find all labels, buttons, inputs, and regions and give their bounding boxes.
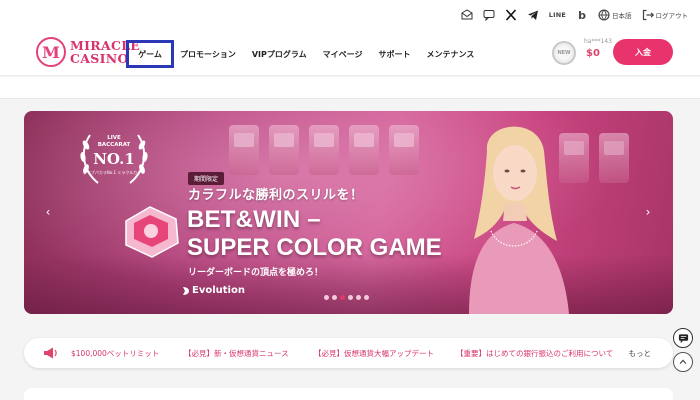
news-ticker: $100,000ベットリミット 【必見】新・仮想通貨ニュース 【必見】仮想通貨大… <box>24 338 673 368</box>
logout-icon <box>642 9 654 21</box>
award-rank: NO.1 <box>93 150 135 168</box>
award-badge: LIVE BACCARAT NO.1 ライブバカラNo.1 ミラクルカジノ <box>76 125 152 191</box>
mail-icon[interactable] <box>461 9 473 21</box>
news-item[interactable]: $100,000ベットリミット <box>71 348 159 359</box>
language-label: 日本語 <box>612 12 632 20</box>
deposit-button[interactable]: 入金 <box>613 39 673 65</box>
award-line1: LIVE <box>107 135 121 141</box>
language-selector[interactable]: 日本語 <box>598 9 632 21</box>
provider-logo: Evolution <box>182 285 245 296</box>
news-item[interactable]: 【必見】新・仮想通貨ニュース <box>184 348 289 359</box>
carousel-dots <box>324 295 369 300</box>
main-header: M MIRACLE CASINO ゲーム プロモーション VIPプログラム マイ… <box>0 30 700 76</box>
hero-banner[interactable]: LIVE BACCARAT NO.1 ライブバカラNo.1 ミラクルカジノ 期間… <box>24 111 673 314</box>
slot-machine-graphic <box>349 125 379 175</box>
banner-title-line1: BET&WIN – <box>187 206 321 233</box>
live-chat-button[interactable] <box>673 328 693 348</box>
username: ha***143 <box>584 38 612 45</box>
carousel-prev-arrow[interactable]: ‹ <box>42 205 54 219</box>
balance-display: $0 <box>586 48 600 59</box>
telegram-icon[interactable] <box>527 9 539 21</box>
chat-icon[interactable] <box>483 9 495 21</box>
news-item[interactable]: 【必見】仮想通貨大幅アップデート <box>314 348 434 359</box>
page: LINE b 日本語 ログアウト M MIRACLE CASINO ゲーム プロ… <box>0 0 700 400</box>
nav-item-support[interactable]: サポート <box>370 40 418 68</box>
scroll-top-button[interactable] <box>673 352 693 372</box>
slot-machine-graphic <box>599 133 629 183</box>
carousel-dot[interactable] <box>332 295 337 300</box>
b-icon[interactable]: b <box>576 9 588 22</box>
logout-label: ログアウト <box>655 12 689 20</box>
content-card <box>24 388 673 400</box>
site-logo[interactable]: M MIRACLE CASINO <box>36 37 140 67</box>
chat-bubble-icon <box>678 333 688 343</box>
utility-icons: LINE b 日本語 ログアウト <box>461 9 689 22</box>
carousel-next-arrow[interactable]: › <box>642 205 654 219</box>
award-line2: BACCARAT <box>97 142 131 148</box>
casino-chip-graphic <box>125 206 179 258</box>
award-sub: ライブバカラNo.1 ミラクルカジノ <box>82 170 146 175</box>
new-badge[interactable]: NEW <box>552 41 576 65</box>
carousel-dot[interactable] <box>324 295 329 300</box>
news-item[interactable]: 【重要】はじめての銀行振込のご利用について <box>456 348 613 359</box>
x-icon[interactable] <box>505 9 517 21</box>
banner-headline: カラフルな勝利のスリルを！ <box>188 188 364 203</box>
chevron-up-icon <box>679 359 687 365</box>
carousel-dot[interactable] <box>364 295 369 300</box>
nav-item-maintenance[interactable]: メンテナンス <box>418 40 482 68</box>
top-utility-bar: LINE b 日本語 ログアウト <box>0 0 700 30</box>
slot-machine-graphic <box>389 125 419 175</box>
evolution-logo-icon <box>183 286 189 295</box>
provider-name: Evolution <box>192 285 245 296</box>
nav-item-promotions[interactable]: プロモーション <box>172 40 244 68</box>
logout-link[interactable]: ログアウト <box>642 9 689 21</box>
slot-machine-graphic <box>269 125 299 175</box>
nav-item-games[interactable]: ゲーム <box>126 40 174 68</box>
line-icon[interactable]: LINE <box>549 11 566 19</box>
banner-title-line2: SUPER COLOR GAME <box>187 234 442 261</box>
slot-machine-graphic <box>229 125 259 175</box>
logo-emblem: M <box>36 37 66 67</box>
nav-item-mypage[interactable]: マイページ <box>315 40 371 68</box>
megaphone-icon <box>44 347 57 359</box>
secondary-bar <box>0 77 700 99</box>
slot-machine-graphic <box>309 125 339 175</box>
banner-subheadline: リーダーボードの頂点を極めろ！ <box>188 268 324 278</box>
more-link[interactable]: もっと <box>629 348 652 359</box>
globe-icon <box>598 9 610 21</box>
nav-item-vip[interactable]: VIPプログラム <box>244 40 315 68</box>
model-illustration <box>469 126 569 314</box>
carousel-dot[interactable] <box>340 295 345 300</box>
carousel-dot[interactable] <box>356 295 361 300</box>
carousel-dot[interactable] <box>348 295 353 300</box>
main-nav: ゲーム プロモーション VIPプログラム マイページ サポート メンテナンス <box>126 40 482 68</box>
